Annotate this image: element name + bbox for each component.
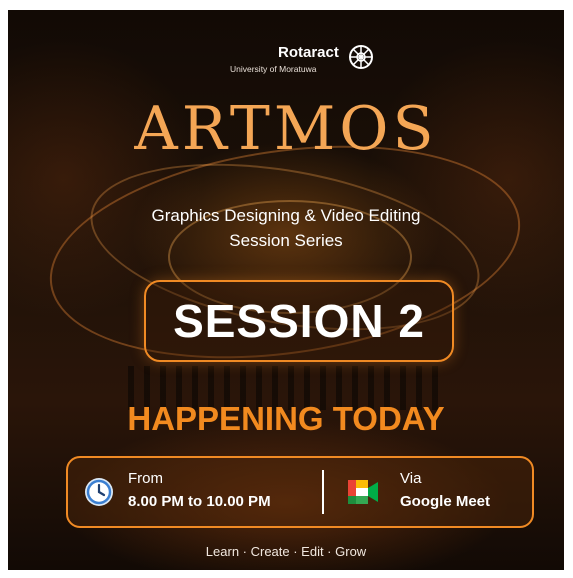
google-meet-icon [348,480,378,504]
tagline: Learn · Create · Edit · Grow [205,544,367,559]
logo-subtitle: University of Moratuwa [230,64,317,74]
session-label: SESSION 2 [173,295,425,347]
session-badge: SESSION 2 [144,280,454,362]
rotary-wheel-icon [349,45,373,69]
subtitle-line-1: Graphics Designing & Video Editing [151,206,421,225]
divider [322,470,324,514]
event-time: 8.00 PM to 10.00 PM [128,493,271,510]
clock-icon [85,478,113,506]
brand-title: ARTMOS [134,94,438,164]
event-details-panel: From 8.00 PM to 10.00 PM Via Google Meet [66,456,534,528]
subtitle-line-2: Session Series [229,231,343,250]
status-headline: HAPPENING TODAY [127,400,445,437]
platform-name: Google Meet [400,493,491,510]
event-poster: Rotaract University of Moratuwa ARTMOS G… [8,10,564,570]
logo-name: Rotaract [278,44,339,61]
rotaract-logo: Rotaract University of Moratuwa [230,44,380,80]
from-label: From [128,470,163,487]
via-label: Via [400,470,422,487]
